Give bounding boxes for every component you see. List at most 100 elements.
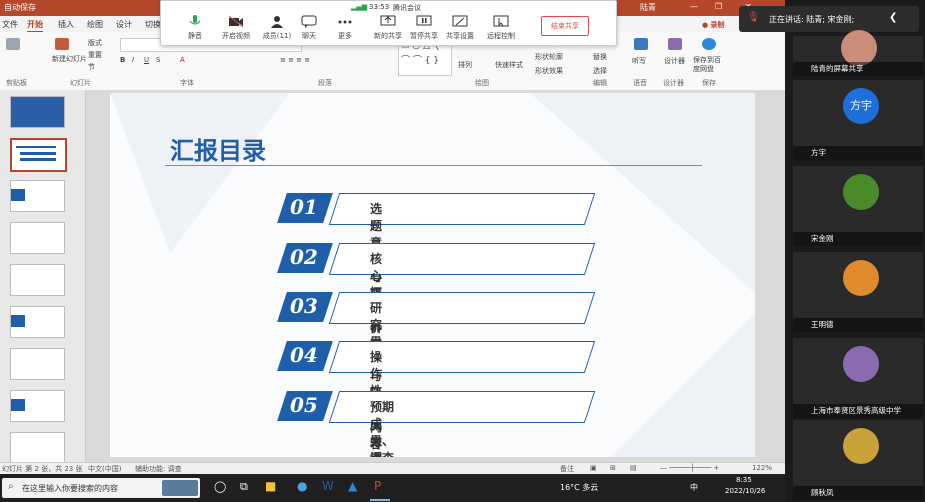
microphone-icon: 🎙 (747, 12, 760, 23)
paste-icon[interactable] (6, 38, 20, 50)
powerpoint-icon[interactable]: P (374, 479, 381, 493)
participant-tile[interactable]: 宋金刚 (793, 166, 923, 246)
notes-button[interactable]: 备注 (560, 464, 574, 474)
select-button[interactable]: 选择 (593, 66, 607, 76)
save-to-baidu-button[interactable]: 保存到百度网盘 (693, 56, 723, 74)
group-designer: 设计器 (663, 79, 684, 87)
search-highlight-image (162, 480, 198, 496)
slide-thumbnail[interactable] (10, 306, 65, 338)
slide-thumbnails-panel (0, 90, 86, 464)
participant-name: 王明德 (793, 318, 923, 332)
sorter-view-icon[interactable]: ⊞ (610, 464, 616, 472)
shape-outline-button[interactable]: 形状轮廓 (535, 52, 563, 62)
accessibility-status[interactable]: 辅助功能: 调查 (135, 464, 182, 474)
group-save: 保存 (702, 79, 716, 87)
paragraph-row[interactable]: ≡ ≡ ≡ ≡ (280, 56, 390, 68)
signal-icon: ▂▄▆ (351, 3, 368, 11)
video-button[interactable]: 开启视频 (216, 15, 256, 41)
language[interactable]: 中文(中国) (88, 464, 121, 474)
arrange-button[interactable]: 排列 (458, 60, 472, 70)
new-slide-button[interactable]: 新建幻灯片 (52, 54, 87, 64)
slide-thumbnail[interactable] (10, 264, 65, 296)
more-button[interactable]: 更多 (325, 15, 365, 41)
active-app-indicator (370, 499, 390, 501)
clock-time[interactable]: 8:35 (736, 476, 752, 484)
tab-draw[interactable]: 绘图 (87, 19, 103, 30)
slide-thumbnail[interactable] (10, 180, 65, 212)
tab-transitions[interactable]: 切换 (145, 19, 161, 30)
microphone-icon[interactable] (634, 38, 648, 50)
search-icon: ⌕ (8, 481, 14, 492)
zoom-level[interactable]: 122% (752, 464, 772, 472)
minimize-icon[interactable]: — (690, 2, 698, 11)
tab-home[interactable]: 开始 (27, 19, 43, 33)
reset-button[interactable]: 重置 (88, 50, 102, 60)
tab-file[interactable]: 文件 (2, 19, 18, 30)
slide-thumbnail[interactable] (10, 222, 65, 254)
baidu-cloud-icon[interactable] (702, 38, 716, 50)
dictate-button[interactable]: 听写 (632, 56, 646, 66)
chat-icon (301, 15, 317, 28)
tab-design[interactable]: 设计 (116, 19, 132, 30)
group-editing: 编辑 (593, 79, 607, 87)
slide-thumbnail[interactable] (10, 138, 67, 172)
autosave-label[interactable]: 自动保存 (4, 2, 36, 13)
collapse-icon[interactable]: ❮ (889, 12, 897, 23)
zoom-slider[interactable]: — ─────┼──── + (660, 464, 719, 472)
ime-indicator[interactable]: 中 (690, 482, 698, 493)
remote-control-button[interactable]: 远程控制 (481, 15, 521, 41)
participant-tile[interactable]: 方宇 方宇 (793, 80, 923, 160)
tab-insert[interactable]: 插入 (58, 19, 74, 30)
participant-tile[interactable]: 上海市奉贤区景秀高级中学 (793, 338, 923, 418)
share-settings-button[interactable]: 共享设置 (440, 15, 480, 41)
group-drawing: 绘图 (475, 79, 489, 87)
meeting-timer: 33:53 (369, 3, 390, 11)
shape-effects-button[interactable]: 形状效果 (535, 66, 563, 76)
remote-control-icon (493, 15, 509, 27)
participant-tile[interactable]: 顾秋凤 (793, 420, 923, 500)
participant-tile-sharer[interactable]: 陆青的屏幕共享 (793, 30, 923, 76)
slide-thumbnail[interactable] (10, 348, 65, 380)
file-explorer-icon[interactable]: ■ (265, 479, 276, 493)
layout-button[interactable]: 版式 (88, 38, 102, 48)
user-name[interactable]: 陆青 (640, 2, 656, 13)
tencent-meeting-icon[interactable]: ▲ (348, 479, 357, 493)
taskbar: ⌕ 在这里输入你要搜索的内容 ◯ ⧉ ■ ● W ▲ P 16°C 多云 中 8… (0, 474, 785, 502)
taskbar-search[interactable]: ⌕ 在这里输入你要搜索的内容 (2, 478, 200, 498)
quick-styles-button[interactable]: 快速样式 (495, 60, 523, 70)
record-button[interactable]: ● 录制 (702, 20, 725, 30)
task-view-icon[interactable]: ⧉ (240, 480, 248, 494)
section-button[interactable]: 节 (88, 62, 95, 72)
search-placeholder: 在这里输入你要搜索的内容 (22, 484, 118, 493)
weather[interactable]: 16°C 多云 (560, 482, 598, 493)
reading-view-icon[interactable]: ▤ (630, 464, 637, 472)
new-slide-icon[interactable] (55, 38, 69, 50)
new-share-button[interactable]: 新的共享 (368, 15, 408, 41)
slide-thumbnail[interactable] (10, 390, 65, 422)
clock-date[interactable]: 2022/10/26 (725, 487, 765, 495)
restore-icon[interactable]: ❐ (715, 2, 722, 11)
pause-icon (416, 15, 432, 26)
more-icon (338, 20, 352, 24)
pause-share-button[interactable]: 暂停共享 (404, 15, 444, 41)
replace-button[interactable]: 替换 (593, 52, 607, 62)
normal-view-icon[interactable]: ▣ (590, 464, 597, 472)
slide-thumbnail[interactable] (10, 432, 65, 464)
avatar (843, 260, 879, 296)
designer-icon[interactable] (668, 38, 682, 50)
participant-name: 宋金刚 (793, 232, 923, 246)
word-icon[interactable]: W (322, 479, 334, 493)
slide-count: 幻灯片 第 2 张，共 23 张 (2, 465, 83, 473)
mute-button[interactable]: 静音 (175, 15, 215, 41)
slide-thumbnail[interactable] (10, 96, 65, 128)
chat-button[interactable]: 聊天 (289, 15, 329, 41)
avatar: 方宇 (843, 88, 879, 124)
avatar (841, 30, 877, 66)
task-view-icon[interactable]: ◯ (214, 480, 226, 493)
designer-button[interactable]: 设计器 (664, 56, 685, 66)
current-slide[interactable]: 汇报目录 01 选题意义与研究价值 02 核心概念界定 03 研究目标与研究内容… (110, 93, 755, 457)
participant-tile[interactable]: 王明德 (793, 252, 923, 332)
font-format-row[interactable]: B I U S A (120, 56, 300, 68)
browser-icon[interactable]: ● (297, 479, 307, 493)
end-share-button[interactable]: 结束共享 (541, 16, 589, 36)
